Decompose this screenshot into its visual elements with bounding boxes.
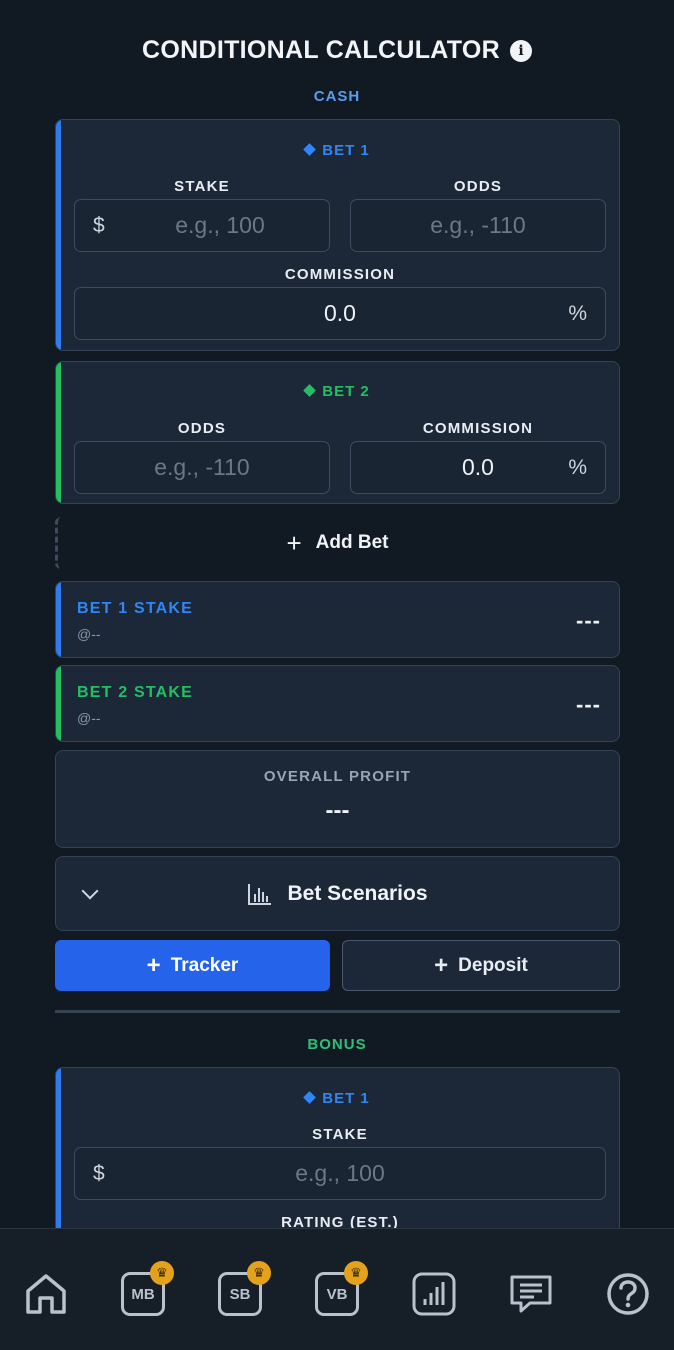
- commission-label: COMMISSION: [422, 420, 534, 437]
- stake-placeholder: e.g., 100: [175, 212, 265, 238]
- bonus-bet1-title: BET 1: [322, 1090, 370, 1107]
- bet2-stake-value: ---: [576, 692, 601, 717]
- bonus-stake-placeholder: e.g., 100: [295, 1160, 385, 1186]
- help-icon[interactable]: [605, 1271, 651, 1317]
- tracker-label: Tracker: [170, 954, 239, 976]
- odds-label: ODDS: [177, 420, 227, 437]
- plus-icon: +: [146, 951, 161, 979]
- commission-value: 0.0: [324, 300, 356, 326]
- bet2-stake-result: BET 2 STAKE @-- ---: [55, 665, 620, 742]
- vb-icon[interactable]: VB ♛: [314, 1261, 368, 1317]
- overall-profit-card: OVERALL PROFIT ---: [55, 750, 620, 848]
- deposit-label: Deposit: [458, 954, 528, 976]
- dashed-edge: [55, 517, 61, 569]
- bet2-odds-input[interactable]: e.g., -110: [74, 441, 330, 494]
- diamond-icon: [303, 384, 317, 397]
- add-bet-label: Add Bet: [315, 532, 389, 553]
- bet1-stake-sub: @--: [77, 626, 101, 642]
- cash-bet2-card: BET 2 ODDS COMMISSION e.g., -110 0.0 %: [55, 361, 620, 504]
- dollar-prefix: $: [93, 213, 105, 237]
- bet1-stake-label: BET 1 STAKE: [77, 600, 194, 617]
- diamond-icon: [303, 143, 317, 156]
- bet2-stake-label: BET 2 STAKE: [77, 684, 194, 701]
- bet1-title: BET 1: [322, 142, 370, 159]
- diamond-icon: [303, 1091, 317, 1104]
- bet2-heading: BET 2: [56, 383, 619, 400]
- bet1-stake-result: BET 1 STAKE @-- ---: [55, 581, 620, 658]
- bet1-stake-input[interactable]: $ e.g., 100: [74, 199, 330, 252]
- crown-icon: ♛: [344, 1261, 368, 1285]
- bet1-commission-input[interactable]: 0.0 %: [74, 287, 606, 340]
- bonus-bet1-heading: BET 1: [56, 1090, 619, 1107]
- commission-label: COMMISSION: [284, 266, 396, 283]
- add-bet-button[interactable]: + Add Bet: [55, 517, 620, 569]
- plus-icon: +: [286, 528, 302, 558]
- page-title: CONDITIONAL CALCULATOR: [142, 36, 500, 64]
- bet1-heading: BET 1: [56, 142, 619, 159]
- add-deposit-button[interactable]: + Deposit: [342, 940, 620, 991]
- bar-chart-icon: [248, 883, 272, 905]
- odds-placeholder: e.g., -110: [154, 454, 250, 480]
- dollar-prefix: $: [93, 1161, 105, 1185]
- bonus-stake-input[interactable]: $ e.g., 100: [74, 1147, 606, 1200]
- profit-label: OVERALL PROFIT: [263, 768, 412, 785]
- bet1-stake-value: ---: [576, 608, 601, 633]
- odds-label: ODDS: [453, 178, 503, 195]
- percent-suffix: %: [568, 455, 587, 479]
- add-tracker-button[interactable]: + Tracker: [55, 940, 330, 991]
- info-icon[interactable]: i: [509, 39, 532, 62]
- crown-icon: ♛: [150, 1261, 174, 1285]
- percent-suffix: %: [568, 301, 587, 325]
- odds-placeholder: e.g., -110: [430, 212, 526, 238]
- home-icon[interactable]: [23, 1271, 69, 1317]
- crown-icon: ♛: [247, 1261, 271, 1285]
- bet-scenarios-label: Bet Scenarios: [287, 881, 428, 905]
- commission-value: 0.0: [462, 454, 494, 480]
- section-divider: [55, 1010, 620, 1013]
- stats-icon[interactable]: [411, 1271, 457, 1317]
- mb-icon[interactable]: MB ♛: [120, 1261, 174, 1317]
- profit-value: ---: [325, 797, 350, 824]
- cash-bet1-card: BET 1 STAKE ODDS $ e.g., 100 e.g., -110 …: [55, 119, 620, 351]
- bonus-section-label: BONUS: [307, 1036, 367, 1053]
- cash-section-label: CASH: [313, 88, 361, 105]
- stake-label: STAKE: [174, 178, 230, 195]
- bet2-stake-sub: @--: [77, 710, 101, 726]
- bet2-title: BET 2: [322, 383, 370, 400]
- sb-icon[interactable]: SB ♛: [217, 1261, 271, 1317]
- bet2-commission-input[interactable]: 0.0 %: [350, 441, 606, 494]
- header: CONDITIONAL CALCULATOR i: [0, 36, 674, 65]
- bottom-nav: MB ♛ SB ♛ VB ♛: [0, 1228, 674, 1350]
- plus-icon: +: [434, 951, 449, 979]
- chat-icon[interactable]: [508, 1271, 554, 1317]
- bet1-odds-input[interactable]: e.g., -110: [350, 199, 606, 252]
- bet-scenarios-toggle[interactable]: Bet Scenarios: [55, 856, 620, 931]
- bonus-stake-label: STAKE: [312, 1126, 368, 1143]
